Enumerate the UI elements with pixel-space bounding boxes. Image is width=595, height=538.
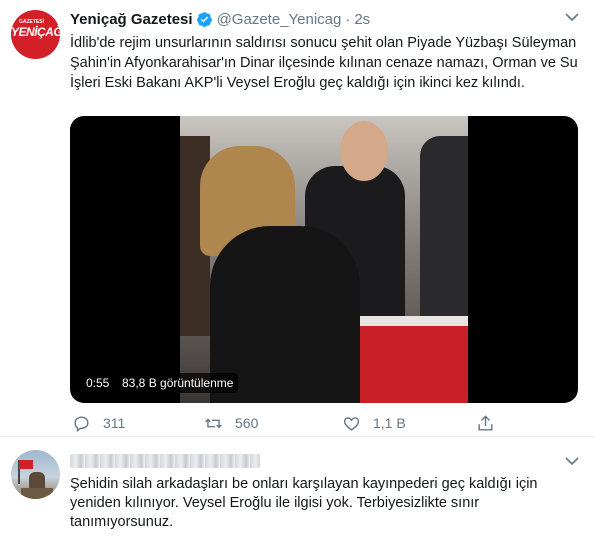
chevron-down-icon[interactable] xyxy=(565,456,579,466)
reply-button[interactable]: 311 xyxy=(72,412,125,434)
tweet-text: İdlib'de rejim unsurlarının saldırısı so… xyxy=(70,35,578,91)
video-duration: 0:55 xyxy=(81,373,115,393)
retweet-button[interactable]: 560 xyxy=(204,412,258,434)
blurred-author-name xyxy=(70,454,260,468)
header-separator: · xyxy=(345,10,351,28)
like-count: 1,1 B xyxy=(373,415,406,431)
video-views: 83,8 B görüntülenme xyxy=(117,373,239,393)
reply-author-avatar[interactable] xyxy=(11,450,60,499)
verified-badge-icon xyxy=(196,11,212,27)
author-avatar[interactable]: GAZETESİ YENİÇAĞ xyxy=(11,10,60,59)
author-handle[interactable]: @Gazete_Yenicag xyxy=(217,11,342,28)
tweet-header: Yeniçağ Gazetesi @Gazete_Yenicag · 2s xyxy=(70,10,370,28)
like-button[interactable]: 1,1 B xyxy=(342,412,406,434)
retweet-icon xyxy=(205,418,222,428)
tweet[interactable]: GAZETESİ YENİÇAĞ Yeniçağ Gazetesi @Gazet… xyxy=(0,0,595,437)
video-frame xyxy=(180,116,468,403)
reply-text: Şehidin silah arkadaşları be onları karş… xyxy=(70,476,538,530)
video-player[interactable]: 0:55 83,8 B görüntülenme xyxy=(70,116,578,403)
reply-icon xyxy=(74,415,89,432)
chevron-down-icon[interactable] xyxy=(565,12,579,22)
retweet-count: 560 xyxy=(235,415,259,431)
share-icon xyxy=(478,414,493,431)
tweet-actions: 311 560 1,1 B xyxy=(70,412,510,434)
heart-icon xyxy=(343,416,360,431)
tweet-timestamp[interactable]: 2s xyxy=(354,11,370,28)
reply-count: 311 xyxy=(103,415,126,431)
reply-header xyxy=(70,452,260,470)
author-name[interactable]: Yeniçağ Gazetesi xyxy=(70,11,193,28)
avatar-logo-text: YENİÇAĞ xyxy=(11,25,60,39)
share-button[interactable] xyxy=(476,412,507,434)
reply-tweet[interactable]: Şehidin silah arkadaşları be onları karş… xyxy=(0,438,595,538)
